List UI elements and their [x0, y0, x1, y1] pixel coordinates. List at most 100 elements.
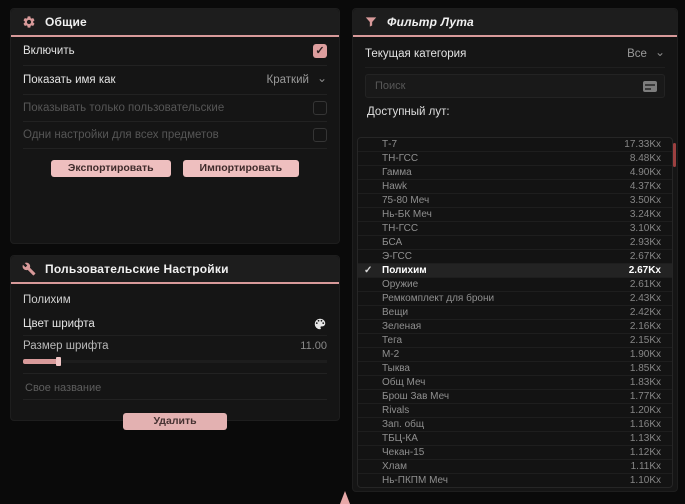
delete-button[interactable]: Удалить	[123, 413, 227, 430]
export-import-row: Экспортировать Импортировать	[23, 160, 327, 177]
chevron-down-icon: ⌄	[316, 71, 327, 85]
list-item[interactable]: Э-ГСС 2.67Kx	[358, 250, 672, 264]
loot-item-count: 1.85Kx	[629, 363, 661, 374]
loot-list: Т-7 17.33Kx ТН-ГСС 8.48Kx Гамма 4.90Kx Hawk 4.3…	[357, 137, 673, 488]
import-button[interactable]: Импортировать	[182, 160, 300, 177]
loot-item-count: 4.37Kx	[629, 181, 661, 192]
export-button[interactable]: Экспортировать	[50, 160, 171, 177]
list-item[interactable]: Нь-ПКПМ Меч 1.10Kx	[358, 474, 672, 487]
setting-row-only-custom: Показывать только пользовательские	[23, 95, 327, 122]
loot-item-count: 1.11Kx	[630, 461, 661, 472]
name-mode-dropdown[interactable]: Краткий ⌄	[267, 71, 327, 86]
loot-item-name: Rivals	[382, 405, 410, 416]
loot-item-name: Э-ГСС	[382, 251, 412, 262]
selected-check-icon: ✓	[364, 265, 373, 276]
loot-item-count: 2.61Kx	[629, 279, 661, 290]
list-item[interactable]: ТБЦ-КА 1.13Kx	[358, 432, 672, 446]
screen: Общие Включить ✓ Показать имя как Кратки…	[0, 0, 685, 504]
keyboard-icon[interactable]	[643, 80, 657, 92]
loot-item-count: 2.67Kx	[629, 251, 661, 262]
list-item[interactable]: Гамма 4.90Kx	[358, 166, 672, 180]
list-item[interactable]: Т-7 17.33Kx	[358, 138, 672, 152]
loot-item-name: Тега	[382, 335, 403, 346]
category-row: Текущая категория Все ⌄	[365, 41, 665, 68]
loot-item-name: 75-80 Меч	[382, 195, 430, 206]
list-item[interactable]: Брош Зав Меч 1.77Kx	[358, 390, 672, 404]
panel-custom-title: Пользовательские Настройки	[45, 262, 229, 276]
list-item[interactable]: М-2 1.90Kx	[358, 348, 672, 362]
list-item[interactable]: Rivals 1.20Kx	[358, 404, 672, 418]
funnel-icon	[364, 15, 378, 29]
panel-general-header: Общие	[11, 9, 339, 37]
only-custom-checkbox	[313, 101, 327, 115]
loot-item-name: ТН-ГСС	[382, 223, 419, 234]
panel-loot-header: Фильтр Лута	[353, 9, 677, 37]
list-item[interactable]: Нь-БК Меч 3.24Kx	[358, 208, 672, 222]
loot-item-count: 2.42Kx	[629, 307, 661, 318]
loot-item-name: Вещи	[382, 307, 409, 318]
panel-custom-settings: Пользовательские Настройки Полихим Цвет …	[10, 255, 340, 430]
search-input[interactable]	[366, 80, 643, 92]
panel-loot-title: Фильтр Лута	[387, 15, 474, 29]
loot-item-count: 1.10Kx	[629, 475, 661, 486]
setting-row-enable: Включить ✓	[23, 37, 327, 66]
loot-item-name: Чекан-15	[382, 447, 425, 458]
list-item[interactable]: ТН-ГСС 8.48Kx	[358, 152, 672, 166]
list-item[interactable]: Оружие 2.61Kx	[358, 278, 672, 292]
category-value: Все	[627, 48, 647, 60]
custom-name-input[interactable]	[23, 376, 327, 400]
available-loot-label: Доступный лут:	[367, 106, 450, 118]
list-item[interactable]: 75-80 Меч 3.50Kx	[358, 194, 672, 208]
slider-handle[interactable]	[56, 357, 61, 366]
list-item[interactable]: Зеленая 2.16Kx	[358, 320, 672, 334]
loot-item-count: 3.24Kx	[629, 209, 661, 220]
enable-checkbox[interactable]: ✓	[313, 44, 327, 58]
loot-item-count: 2.93Kx	[629, 237, 661, 248]
loot-item-count: 17.33Kx	[624, 139, 661, 150]
selected-item-name: Полихим	[23, 294, 71, 306]
list-item[interactable]: Тега 2.15Kx	[358, 334, 672, 348]
list-item[interactable]: Hawk 4.37Kx	[358, 180, 672, 194]
loot-item-count: 1.16Kx	[629, 419, 661, 430]
one-settings-label: Одни настройки для всех предметов	[23, 129, 219, 141]
list-item[interactable]: БСА 2.93Kx	[358, 236, 672, 250]
delete-row: Удалить	[23, 413, 327, 430]
loot-item-count: 3.10Kx	[629, 223, 661, 234]
list-item[interactable]: Зап. общ 1.16Kx	[358, 418, 672, 432]
palette-icon[interactable]	[313, 317, 327, 331]
font-color-label: Цвет шрифта	[23, 317, 95, 330]
loot-item-name: ТБЦ-КА	[382, 433, 418, 444]
chevron-down-icon: ⌄	[654, 45, 665, 59]
panel-custom-header: Пользовательские Настройки	[11, 256, 339, 284]
panel-general-title: Общие	[45, 15, 87, 29]
list-item[interactable]: ТН-ГСС 3.10Kx	[358, 222, 672, 236]
category-dropdown[interactable]: Все ⌄	[627, 45, 665, 60]
loot-item-name: Гамма	[382, 167, 412, 178]
font-size-slider[interactable]	[23, 357, 327, 366]
slider-fill	[23, 359, 59, 364]
list-item[interactable]: Хлам 1.11Kx	[358, 460, 672, 474]
setting-row-one-settings: Одни настройки для всех предметов	[23, 122, 327, 149]
list-item[interactable]: Чекан-15 1.12Kx	[358, 446, 672, 460]
font-color-row: Цвет шрифта	[23, 312, 327, 336]
wrench-icon	[22, 262, 36, 276]
loot-item-name: М-2	[382, 349, 400, 360]
font-size-label: Размер шрифта	[23, 340, 109, 352]
loot-item-name: Брош Зав Меч	[382, 391, 450, 402]
loot-item-name: Зап. общ	[382, 419, 425, 430]
slider-track	[23, 360, 327, 363]
one-settings-checkbox	[313, 128, 327, 142]
loot-item-count: 2.15Kx	[629, 335, 661, 346]
loot-item-name: Нь-ПКПМ Меч	[382, 475, 448, 486]
only-custom-label: Показывать только пользовательские	[23, 102, 225, 114]
loot-item-count: 1.83Kx	[629, 377, 661, 388]
panel-loot-filter: Фильтр Лута Текущая категория Все ⌄ Дост…	[352, 8, 678, 492]
list-item[interactable]: ✓ Полихим 2.67Kx	[358, 264, 672, 278]
scrollbar-thumb[interactable]	[673, 143, 676, 167]
font-size-block: Размер шрифта 11.00	[23, 336, 327, 374]
list-item[interactable]: Вещи 2.42Kx	[358, 306, 672, 320]
list-item[interactable]: Ремкомплект для брони 2.43Kx	[358, 292, 672, 306]
loot-item-count: 1.77Kx	[629, 391, 661, 402]
list-item[interactable]: Общ Меч 1.83Kx	[358, 376, 672, 390]
list-item[interactable]: Тыква 1.85Kx	[358, 362, 672, 376]
